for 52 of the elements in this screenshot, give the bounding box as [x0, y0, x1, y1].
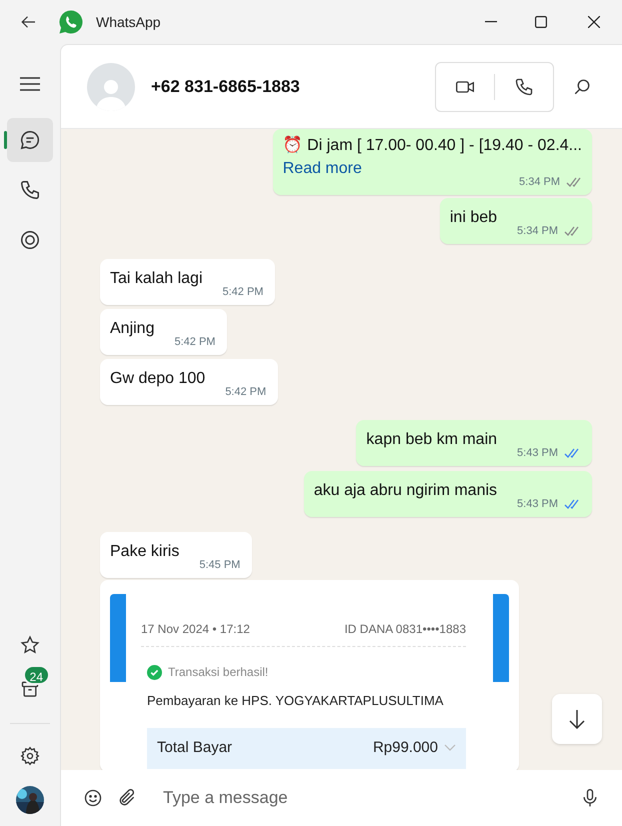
message-text: ini beb — [450, 208, 498, 228]
star-icon — [20, 635, 40, 655]
paperclip-icon — [117, 788, 137, 808]
message-text: aku aja abru ngirim manis — [314, 481, 498, 501]
message-text: Pake kiris — [110, 542, 180, 562]
phone-icon — [19, 179, 41, 201]
receipt-account: ID DANA 0831••••1883 — [344, 621, 466, 638]
arrow-down-icon — [568, 709, 586, 729]
message-text: Tai kalah lagi — [110, 269, 202, 289]
message-time: 5:42 PM — [225, 384, 266, 400]
receipt-status: Transaksi berhasil! — [168, 664, 268, 681]
message-text: Anjing — [110, 319, 154, 339]
total-label: Total Bayar — [157, 738, 232, 758]
window-title: WhatsApp — [96, 12, 161, 32]
message-time: 5:43 PM — [517, 446, 558, 460]
chat-bubble-icon — [19, 129, 41, 151]
scroll-down-button[interactable] — [552, 694, 602, 744]
message-time: 5:42 PM — [174, 334, 216, 350]
sidebar-tab[interactable] — [7, 118, 53, 162]
check-circle-icon — [147, 664, 162, 680]
message-time: 5:43 PM — [517, 496, 558, 512]
settings-icon — [20, 746, 40, 766]
message-time: 5:45 PM — [199, 558, 240, 572]
status-ring-icon — [19, 229, 41, 251]
message-text: Gw depo 100 — [110, 369, 206, 389]
selection-indicator — [4, 131, 7, 149]
message-input[interactable]: Type a message — [163, 785, 566, 811]
archive-button[interactable]: 24 — [7, 667, 53, 711]
contact-name: +62 831-6865-1883 — [151, 76, 300, 98]
image-message[interactable]: 17 Nov 2024 • 17:12 ID DANA 0831••••1883 Transaksi berhasil! Pembayaran ke HPS. YOGYAKARTAPLUSULTIMA Total Bayar Rp99.000 — [100, 580, 519, 770]
phone-icon — [514, 76, 534, 96]
unread-badge: 24 — [22, 665, 50, 685]
chevron-down-icon — [444, 744, 456, 752]
message-time: 5:34 PM — [519, 174, 560, 190]
attach-button[interactable] — [117, 788, 137, 808]
total-value: Rp99.000 — [372, 738, 438, 758]
search-icon — [573, 78, 591, 96]
maximize-icon — [535, 16, 547, 28]
close-icon — [588, 16, 600, 28]
message-time: 5:42 PM — [222, 284, 264, 300]
minimize-icon — [485, 21, 497, 23]
receipt-date: 17 Nov 2024 • 17:12 — [141, 621, 250, 638]
receipt-description: Pembayaran ke HPS. YOGYAKARTAPLUSULTIMA — [146, 692, 444, 710]
menu-icon — [20, 76, 40, 92]
profile-avatar[interactable] — [16, 786, 44, 814]
message-text: kapn beb km main — [366, 430, 498, 450]
archive-box-icon — [20, 679, 40, 699]
message-text: ⏰ Di jam [ 17.00- 00.40 ] - [19.40 - 02.4... — [282, 135, 582, 156]
smiley-icon — [83, 788, 103, 808]
message-time: 5:34 PM — [517, 224, 558, 238]
emoji-button[interactable] — [83, 788, 103, 808]
app-logo-icon — [58, 9, 84, 35]
